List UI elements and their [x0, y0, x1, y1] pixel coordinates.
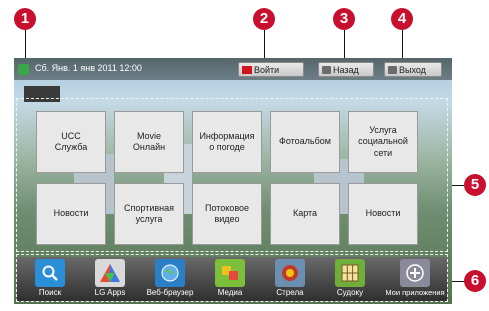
tile-label: Потоковое видео [204, 202, 250, 224]
date-time: Сб. Янв. 1 янв 2011 12:00 [35, 63, 142, 73]
callout-4: 4 [391, 8, 413, 30]
menu-tile-sports[interactable]: Спортивная услуга [114, 183, 184, 245]
menu-tile-streaming-video[interactable]: Потоковое видео [192, 183, 262, 245]
exit-key-icon [388, 66, 397, 74]
menu-tile-news-2[interactable]: Новости [348, 183, 418, 245]
input-source-icon [18, 64, 29, 75]
tile-label: Movie Онлайн [132, 130, 166, 152]
login-button[interactable]: Войти [238, 62, 304, 77]
top-status-bar: Сб. Янв. 1 янв 2011 12:00 Войти Назад Вы… [14, 58, 452, 80]
exit-button[interactable]: Выход [384, 62, 442, 77]
red-key-icon [242, 66, 252, 74]
callout-2: 2 [253, 8, 275, 30]
menu-tile-ucc[interactable]: UCC Служба [36, 111, 106, 173]
back-key-icon [322, 66, 331, 74]
menu-tile-map[interactable]: Карта [270, 183, 340, 245]
tile-label: UCC Служба [54, 130, 88, 152]
callout-1: 1 [14, 8, 36, 30]
tile-label: Информация о погоде [199, 130, 255, 152]
tile-label: Фотоальбом [279, 136, 331, 147]
menu-tile-photo-album[interactable]: Фотоальбом [270, 111, 340, 173]
tile-label: Услуга социальной сети [358, 125, 408, 158]
back-label: Назад [333, 65, 359, 75]
tile-label: Новости [365, 208, 401, 219]
callout-6: 6 [464, 270, 486, 292]
login-label: Войти [254, 65, 280, 75]
menu-tile-news[interactable]: Новости [36, 183, 106, 245]
menu-tile-social-network[interactable]: Услуга социальной сети [348, 111, 418, 173]
tile-label: Спортивная услуга [124, 202, 174, 224]
menu-tile-weather[interactable]: Информация о погоде [192, 111, 262, 173]
tile-label: Карта [292, 208, 318, 219]
tile-label: Новости [53, 208, 89, 219]
exit-label: Выход [399, 65, 426, 75]
menu-tile-movie-online[interactable]: Movie Онлайн [114, 111, 184, 173]
callout-5: 5 [464, 174, 486, 196]
callout-3: 3 [333, 8, 355, 30]
back-button[interactable]: Назад [318, 62, 374, 77]
dock-frame [16, 254, 448, 302]
tv-screen: Сб. Янв. 1 янв 2011 12:00 Войти Назад Вы… [14, 58, 452, 304]
